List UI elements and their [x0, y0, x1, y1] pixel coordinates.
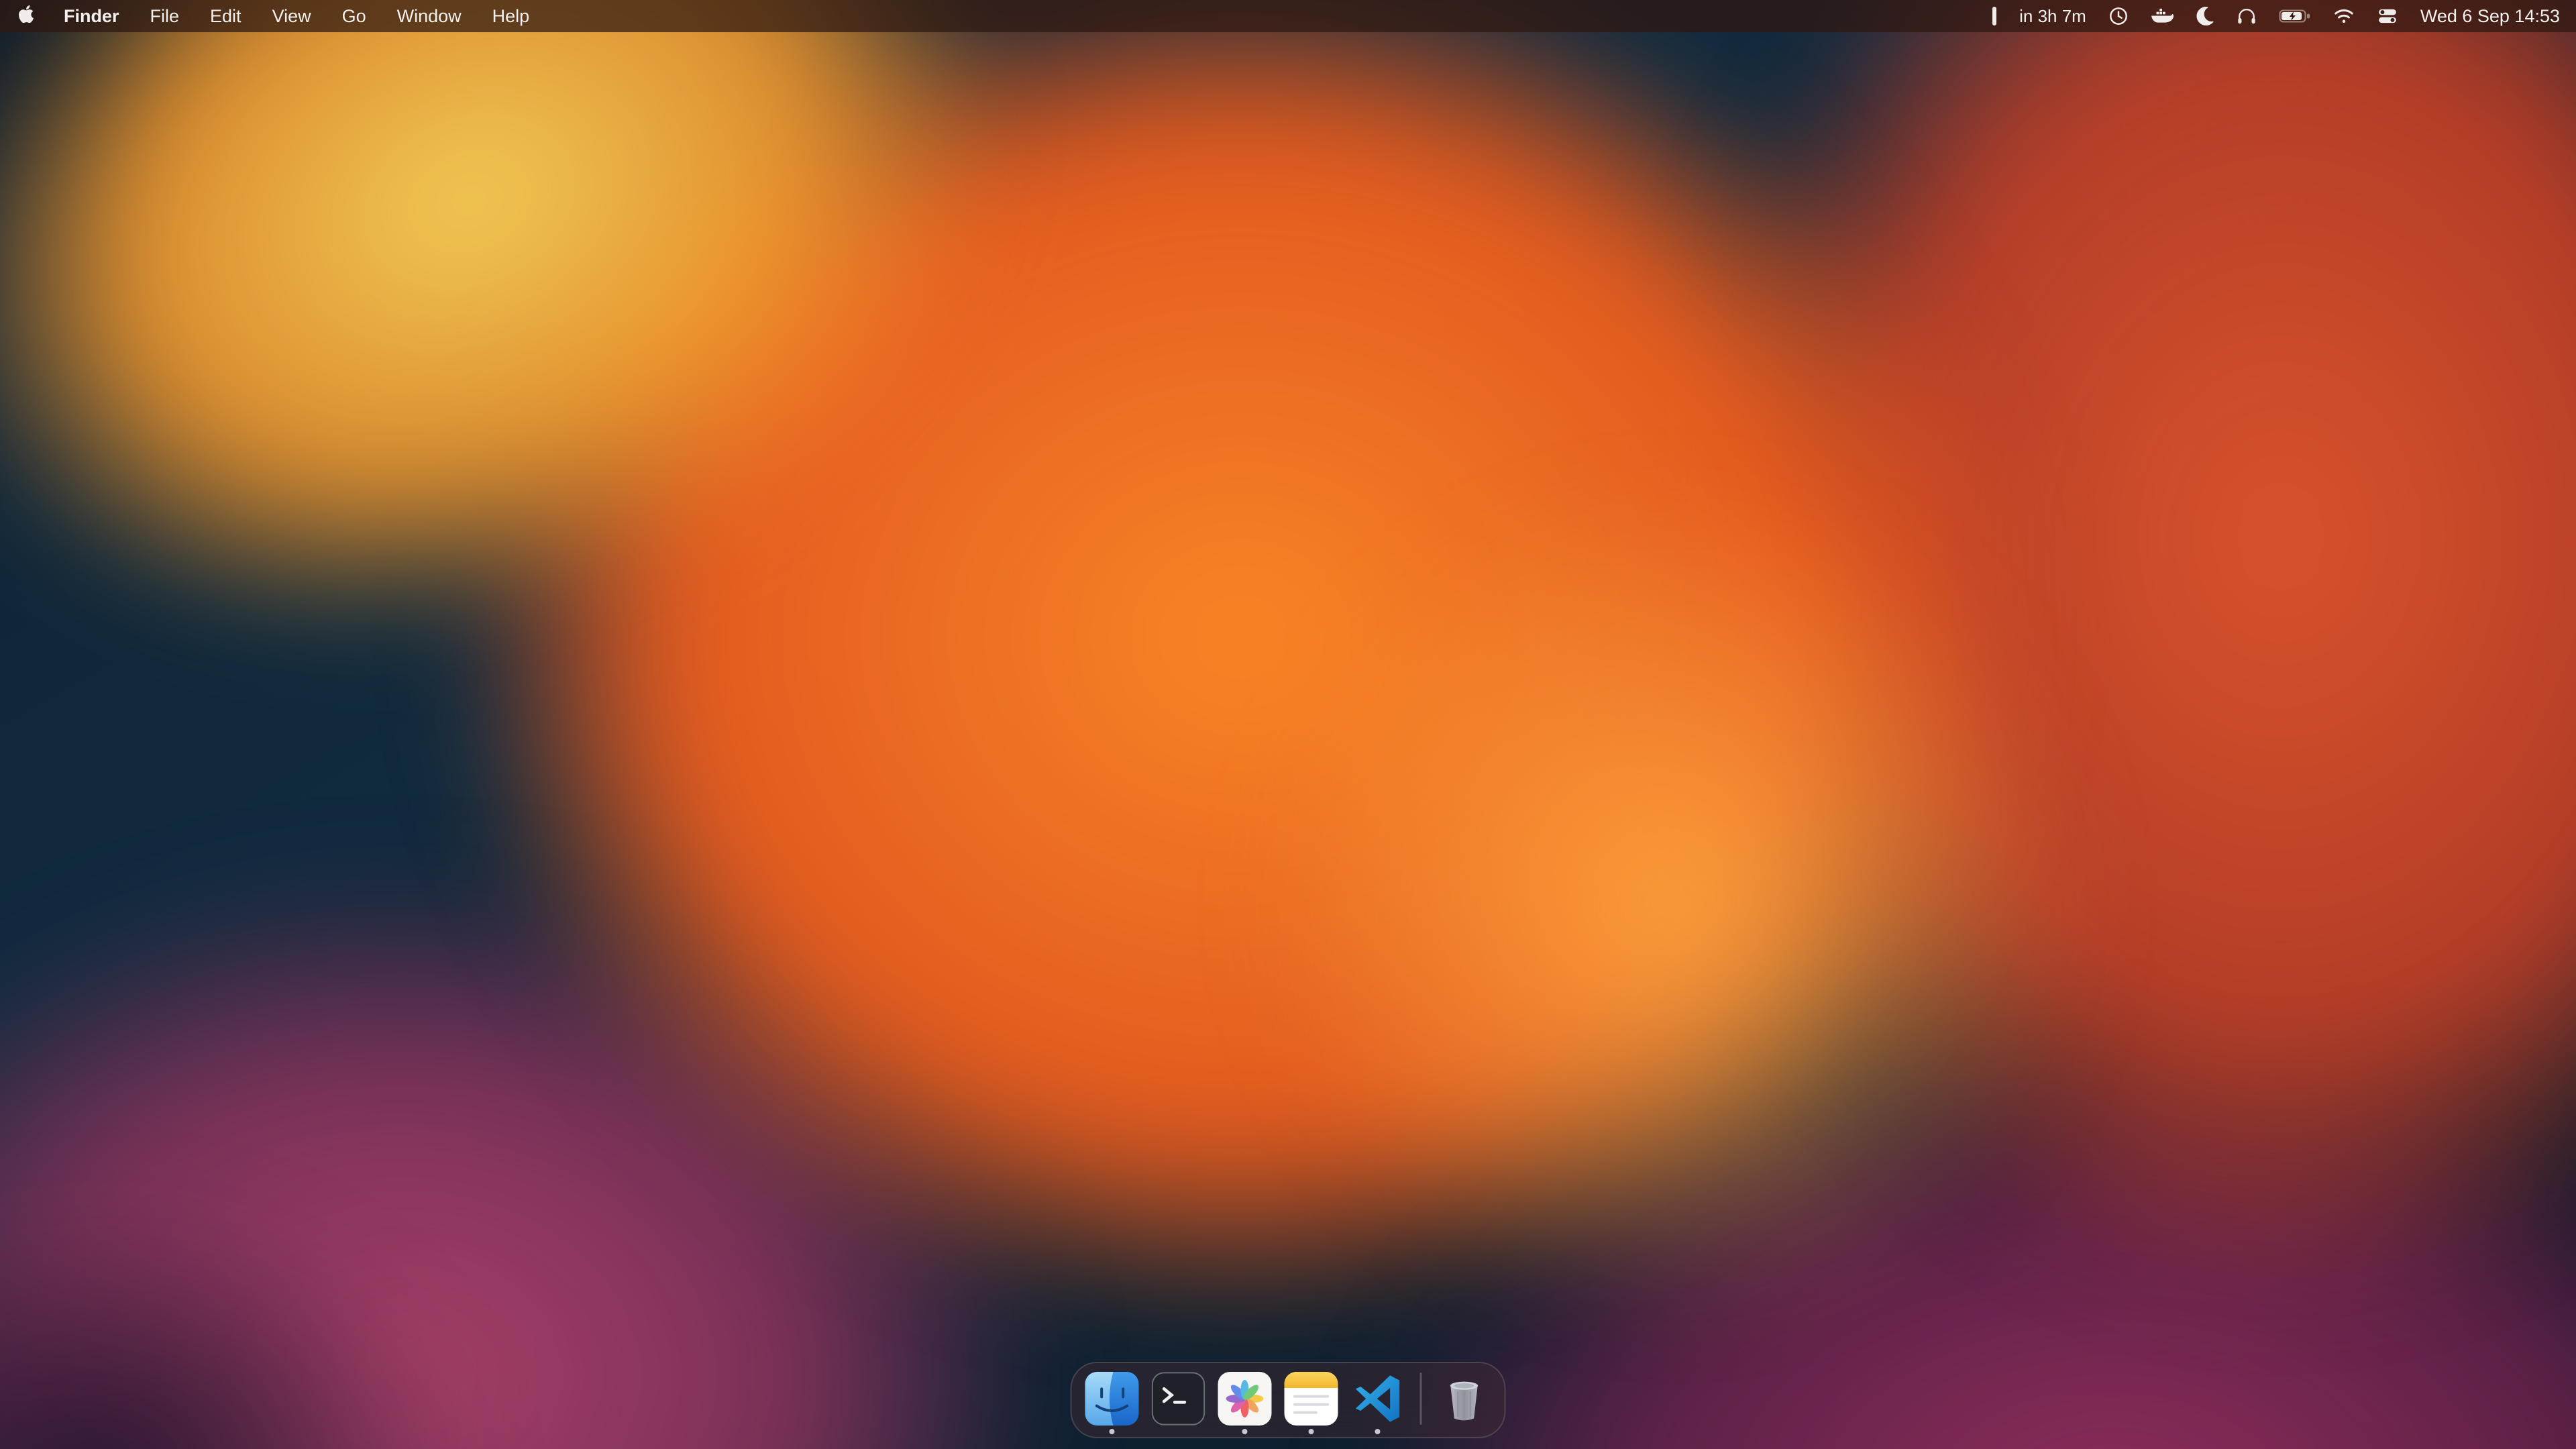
- dock-item-vscode[interactable]: [1351, 1372, 1405, 1426]
- apple-logo-icon: [17, 4, 35, 29]
- app-menu-title[interactable]: Finder: [48, 0, 135, 32]
- running-indicator: [1309, 1429, 1314, 1434]
- vscode-icon: [1351, 1372, 1405, 1426]
- app-indicator-icon[interactable]: [1992, 0, 1997, 32]
- photos-icon: [1218, 1372, 1272, 1426]
- headphones-icon[interactable]: [2237, 0, 2257, 32]
- apple-menu[interactable]: [17, 0, 48, 32]
- battery-icon[interactable]: [2279, 0, 2311, 32]
- running-indicator: [1110, 1429, 1115, 1434]
- control-center-icon[interactable]: [2377, 0, 2398, 32]
- running-indicator: [1242, 1429, 1248, 1434]
- terminal-icon: [1152, 1372, 1205, 1426]
- wifi-icon[interactable]: [2333, 0, 2355, 32]
- menu-edit[interactable]: Edit: [195, 0, 257, 32]
- dock-separator: [1420, 1373, 1422, 1425]
- menu-bar: Finder File Edit View Go Window Help in …: [0, 0, 2576, 32]
- finder-icon: [1085, 1372, 1139, 1426]
- dock-item-notes[interactable]: [1285, 1372, 1338, 1426]
- menu-clock[interactable]: Wed 6 Sep 14:53: [2420, 0, 2560, 32]
- focus-moon-icon[interactable]: [2196, 0, 2214, 32]
- desktop[interactable]: Finder File Edit View Go Window Help in …: [0, 0, 2576, 1449]
- dock-item-finder[interactable]: [1085, 1372, 1139, 1426]
- timer-icon[interactable]: [2108, 0, 2129, 32]
- menu-help[interactable]: Help: [477, 0, 545, 32]
- wallpaper-petal: [1107, 335, 2247, 1449]
- menu-go[interactable]: Go: [327, 0, 382, 32]
- menu-window[interactable]: Window: [382, 0, 477, 32]
- timer-status[interactable]: in 3h 7m: [2019, 0, 2086, 32]
- running-indicator: [1375, 1429, 1381, 1434]
- docker-icon[interactable]: [2151, 0, 2174, 32]
- dock-item-photos[interactable]: [1218, 1372, 1272, 1426]
- dock-item-trash[interactable]: [1438, 1372, 1491, 1426]
- notes-icon: [1285, 1372, 1338, 1426]
- trash-icon: [1438, 1372, 1491, 1426]
- menu-file[interactable]: File: [135, 0, 195, 32]
- dock: [1071, 1362, 1506, 1438]
- menu-view[interactable]: View: [257, 0, 327, 32]
- menu-bar-status: in 3h 7m: [1992, 0, 2576, 32]
- wallpaper: [0, 0, 2576, 1449]
- dock-item-terminal[interactable]: [1152, 1372, 1205, 1426]
- menu-bar-left: Finder File Edit View Go Window Help: [0, 0, 545, 32]
